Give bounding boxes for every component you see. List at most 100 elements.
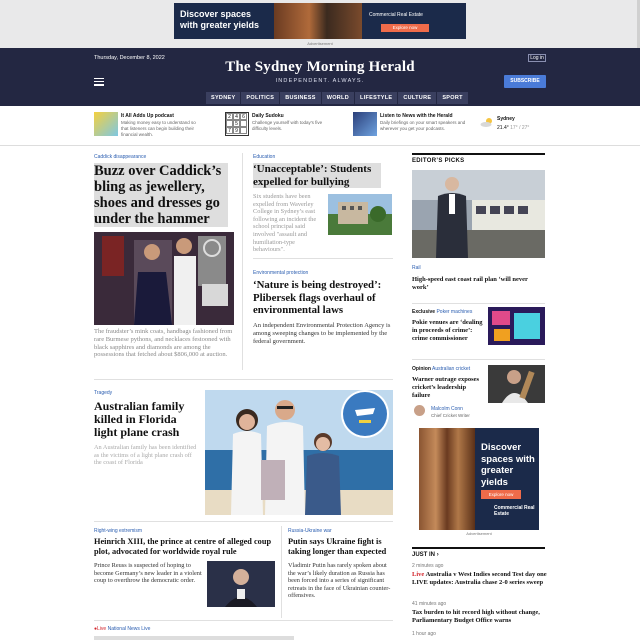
column-divider <box>281 526 282 618</box>
school-photo <box>328 194 392 235</box>
education-headline[interactable]: ‘Unacceptable’: Students expelled for bu… <box>253 163 381 188</box>
auction-photo <box>94 232 234 325</box>
subscribe-button[interactable]: SUBSCRIBE <box>504 75 546 88</box>
divider <box>94 521 393 522</box>
tragedy-headline[interactable]: Australian family killed in Florida ligh… <box>94 400 198 439</box>
nav-world[interactable]: WORLD <box>321 92 354 104</box>
environment-kicker[interactable]: Environmental protection <box>253 270 308 276</box>
promo-title: Listen to News with the Herald <box>380 113 453 119</box>
tragedy-kicker[interactable]: Tragedy <box>94 390 112 396</box>
side-ad-cta-button[interactable]: Explore now <box>481 490 521 499</box>
divider <box>94 379 393 380</box>
cricket-headline: Warner outrage exposes cricket’s leaders… <box>412 376 480 399</box>
prince-photo <box>207 561 275 607</box>
side-ad-banner[interactable]: Discover spaces with greater yields Expl… <box>419 428 539 530</box>
just-in-item[interactable]: 41 minutes ago Tax burden to hit record … <box>412 601 552 625</box>
rail-kicker[interactable]: Rail <box>412 265 421 271</box>
cricket-item[interactable]: Warner outrage exposes cricket’s leaders… <box>412 376 484 400</box>
sudoku-icon: 246 5 79 <box>225 112 249 136</box>
divider <box>94 620 393 621</box>
tragedy-photo[interactable] <box>205 390 393 515</box>
weather-city: Sydney <box>497 116 515 122</box>
top-ad-banner[interactable]: Discover spaces with greater yields Comm… <box>174 3 466 39</box>
top-ad-brand: Commercial Real Estate <box>369 12 423 18</box>
author-role: Chief Cricket Writer <box>431 413 470 418</box>
item-headline: Live Australia v West Indies second Test… <box>412 571 547 586</box>
rightwing-kicker[interactable]: Right-wing extremism <box>94 528 142 534</box>
rightwing-photo[interactable] <box>207 561 275 607</box>
ukraine-headline[interactable]: Putin says Ukraine fight is taking longe… <box>288 537 394 557</box>
site-logo[interactable]: The Sydney Morning Herald <box>0 59 640 76</box>
education-summary: Six students have been expelled from Wav… <box>253 193 317 254</box>
ad-label: Advertisement <box>466 531 492 536</box>
minister-photo <box>412 170 545 258</box>
weather-temp: 21.4° 17° / 27° <box>497 125 530 131</box>
cricket-photo[interactable] <box>488 365 545 403</box>
warner-photo <box>488 365 545 403</box>
ukraine-kicker[interactable]: Russia-Ukraine war <box>288 528 332 534</box>
author-name[interactable]: Malcolm Conn <box>431 406 463 412</box>
column-divider <box>242 153 243 370</box>
pokies-item[interactable]: Pokie venues are ‘dealing in proceeds of… <box>412 319 484 343</box>
promo-desc: Making money easy to understand so that … <box>121 120 196 137</box>
rail-headline: High-speed east coast rail plan ‘will ne… <box>412 276 528 291</box>
cricket-kicker[interactable]: Opinion Australian cricket <box>412 366 470 372</box>
item-time: 1 hour ago <box>412 631 436 637</box>
live-headline-cut[interactable] <box>94 636 294 640</box>
chevron-right-icon: › <box>436 552 439 558</box>
promo-title: It All Adds Up podcast <box>121 113 174 119</box>
masthead: Thursday, December 8, 2022 Log in The Sy… <box>0 48 640 106</box>
rightwing-headline[interactable]: Heinrich XIII, the prince at centre of a… <box>94 537 278 557</box>
top-ad-band: Discover spaces with greater yields Comm… <box>0 0 640 48</box>
lead-summary: The fraudster’s mink coats, handbags fas… <box>94 328 233 359</box>
nav-business[interactable]: BUSINESS <box>280 92 321 104</box>
rail-item[interactable]: High-speed east coast rail plan ‘will ne… <box>412 276 545 292</box>
partly-cloudy-icon <box>480 118 492 127</box>
nav-sport[interactable]: SPORT <box>437 92 468 104</box>
ukraine-summary: Vladimir Putin has rarely spoken about t… <box>288 562 391 600</box>
promo-title: Daily Sudoku <box>252 113 284 119</box>
poker-machine-photo <box>488 307 545 345</box>
pokies-headline: Pokie venues are ‘dealing in proceeds of… <box>412 319 483 342</box>
nav-sydney[interactable]: SYDNEY <box>206 92 241 104</box>
rail-photo[interactable] <box>412 170 545 258</box>
nav-culture[interactable]: CULTURE <box>398 92 437 104</box>
door-image <box>419 428 475 530</box>
item-headline: Tax burden to hit record high without ch… <box>412 609 540 624</box>
rightwing-summary: Prince Reuss is suspected of hoping to b… <box>94 562 202 585</box>
top-ad-headline: Discover spaces with greater yields <box>180 9 260 30</box>
divider <box>253 258 393 259</box>
side-ad-brand: Commercial Real Estate <box>494 505 535 517</box>
top-ad-image <box>274 3 362 39</box>
promo-strip: It All Adds Up podcast Making money easy… <box>0 106 640 146</box>
just-in-title[interactable]: JUST IN › <box>412 547 545 558</box>
promo-desc: Challenge yourself with today's five dif… <box>252 120 323 131</box>
lead-photo[interactable] <box>94 232 234 325</box>
environment-summary: An independent Environmental Protection … <box>253 322 391 345</box>
podcast-icon <box>94 112 118 136</box>
pokies-kicker[interactable]: Exclusive Poker machines <box>412 309 472 315</box>
nav-lifestyle[interactable]: LIFESTYLE <box>355 92 398 104</box>
tragedy-summary: An Australian family has been identified… <box>94 444 197 467</box>
lead-kicker[interactable]: Caddick disappearance <box>94 154 146 160</box>
education-kicker[interactable]: Education <box>253 154 275 160</box>
live-kicker[interactable]: ●Live National News Live <box>94 626 150 632</box>
item-time: 41 minutes ago <box>412 601 447 607</box>
just-in-item[interactable]: 2 minutes ago Live Australia v West Indi… <box>412 563 552 587</box>
nav-politics[interactable]: POLITICS <box>241 92 280 104</box>
section-nav: SYDNEY POLITICS BUSINESS WORLD LIFESTYLE… <box>206 92 469 104</box>
top-ad-cta-button[interactable]: Explore now <box>381 24 429 32</box>
smart-speaker-icon <box>353 112 377 136</box>
author-avatar[interactable] <box>414 405 425 416</box>
divider <box>412 359 545 360</box>
ad-label: Advertisement <box>307 41 333 46</box>
lead-headline[interactable]: Buzz over Caddick’s bling as jewellery, … <box>94 163 228 227</box>
family-photo <box>205 390 393 515</box>
editors-picks-title: EDITOR’S PICKS <box>412 153 545 164</box>
just-in-item[interactable]: 1 hour ago <box>412 631 552 637</box>
side-ad-headline: Discover spaces with greater yields <box>481 442 535 488</box>
item-time: 2 minutes ago <box>412 563 444 569</box>
education-photo[interactable] <box>328 194 392 235</box>
pokies-photo[interactable] <box>488 307 545 345</box>
environment-headline[interactable]: ‘Nature is being destroyed’: Plibersek f… <box>253 279 393 317</box>
